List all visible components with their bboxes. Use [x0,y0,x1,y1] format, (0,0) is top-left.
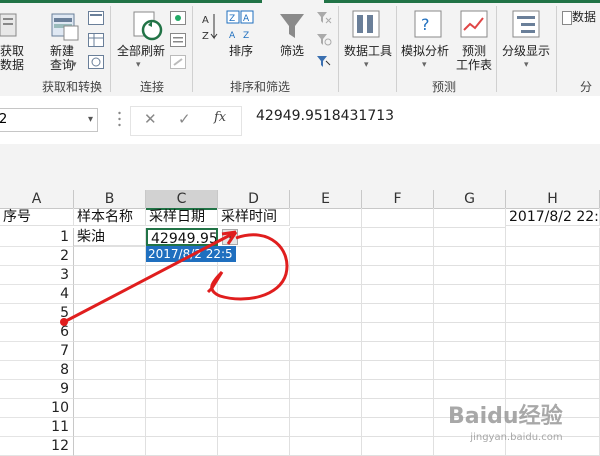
watermark: Baidu经验 jingyan.baidu.com [448,398,563,443]
watermark-brand: Baidu经验 [448,404,563,429]
annotation-circle [210,233,289,301]
annotation-overlay [60,230,289,326]
annotation-dot [60,318,68,326]
annotation-circle-tail [206,271,224,294]
watermark-url: jingyan.baidu.com [470,432,563,443]
annotation-arrow [63,230,237,324]
